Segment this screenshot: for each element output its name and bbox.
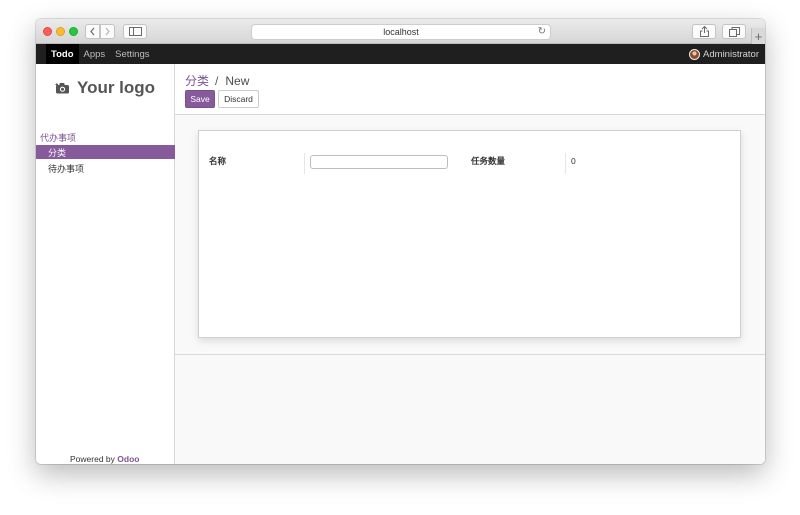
reload-icon[interactable]: ↻ (538, 26, 546, 37)
tabs-icon (728, 26, 740, 37)
nav-app-todo[interactable]: Todo (46, 44, 79, 64)
task-count-value: 0 (571, 156, 576, 166)
address-bar[interactable]: localhost ↻ (251, 24, 551, 40)
logo-text: Your logo (77, 78, 156, 97)
camera-icon (55, 83, 69, 94)
field-divider (565, 153, 566, 174)
task-count-label: 任务数量 (471, 156, 506, 166)
powered-by-text: Powered by (70, 454, 115, 464)
sidebar-item-label: 分类 (48, 147, 67, 158)
sidebar-icon (128, 27, 142, 36)
sidebar-toggle-button[interactable] (123, 24, 147, 39)
back-button[interactable] (85, 24, 100, 39)
breadcrumb-current: New (225, 73, 250, 88)
menu-section-todo[interactable]: 代办事项 (40, 131, 76, 144)
user-menu[interactable]: Administrator (689, 44, 759, 64)
sidebar: Your logo 代办事项 分类 待办事项 Powered by Odoo (36, 64, 175, 464)
chevron-left-icon (90, 27, 95, 36)
share-button[interactable] (692, 24, 716, 39)
odoo-top-navbar: Todo Apps Settings Administrator (36, 44, 765, 64)
close-window-button[interactable] (43, 27, 52, 36)
name-field-label: 名称 (209, 156, 227, 166)
sidebar-item-label: 待办事项 (48, 163, 85, 174)
name-input[interactable] (310, 155, 448, 169)
form-sheet: 名称 任务数量 0 (198, 130, 741, 338)
discard-button[interactable]: Discard (218, 90, 259, 108)
form-sheet-background: 名称 任务数量 0 (175, 115, 765, 355)
powered-by-brand-link[interactable]: Odoo (117, 454, 139, 464)
save-button[interactable]: Save (185, 90, 215, 108)
breadcrumb-parent-link[interactable]: 分类 (185, 72, 209, 89)
main-content: 分类 / New Save Discard 名称 任务数量 0 (175, 64, 765, 464)
sidebar-item-todo-items[interactable]: 待办事项 (36, 161, 175, 175)
plus-icon[interactable]: + (751, 28, 765, 44)
sidebar-item-category[interactable]: 分类 (36, 145, 175, 159)
breadcrumb: 分类 / New (185, 72, 249, 89)
field-divider (304, 153, 305, 174)
company-logo[interactable]: Your logo (55, 78, 155, 98)
control-panel: 分类 / New Save Discard (175, 64, 765, 115)
nav-app-settings[interactable]: Settings (110, 44, 154, 64)
powered-by: Powered by Odoo (70, 454, 139, 464)
share-icon (699, 26, 709, 37)
chevron-right-icon (105, 27, 110, 36)
browser-window: localhost ↻ + Todo Apps Settings Adminis… (36, 19, 765, 464)
browser-titlebar: localhost ↻ + (36, 19, 765, 44)
breadcrumb-separator: / (215, 73, 219, 88)
show-tabs-button[interactable] (722, 24, 746, 39)
nav-app-apps[interactable]: Apps (79, 44, 111, 64)
forward-button[interactable] (100, 24, 115, 39)
user-name: Administrator (703, 48, 759, 60)
address-text: localhost (383, 27, 419, 37)
avatar (689, 48, 701, 60)
zoom-window-button[interactable] (69, 27, 78, 36)
minimize-window-button[interactable] (56, 27, 65, 36)
main-bottom-area (175, 356, 765, 464)
